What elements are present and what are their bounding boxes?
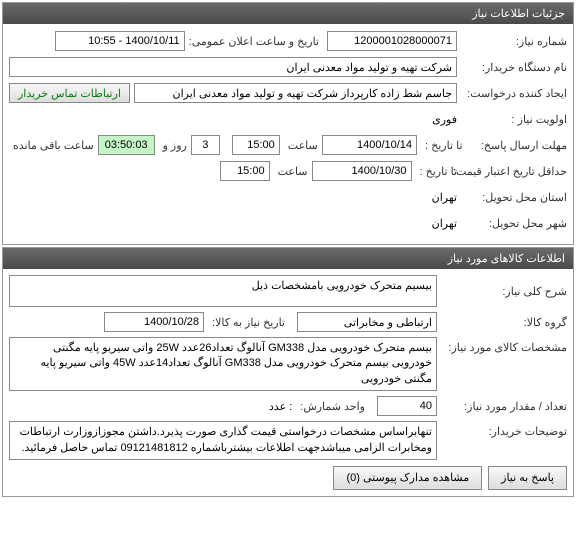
validity-time-field: 15:00 (220, 161, 270, 181)
countdown-timer: 03:50:03 (98, 135, 155, 155)
city-label: شهر محل تحویل: (457, 217, 567, 230)
validity-to-label: تا تاریخ : (416, 165, 457, 178)
org-field: شرکت تهیه و تولید مواد معدنی ایران (9, 57, 457, 77)
days-label: روز و (159, 139, 187, 152)
validity-label: حداقل تاریخ اعتبار قیمت: (457, 165, 567, 178)
qty-label: تعداد / مقدار مورد نیاز: (437, 400, 567, 413)
action-buttons: پاسخ به نیاز مشاهده مدارک پیوستی (0) (9, 466, 567, 490)
org-label: نام دستگاه خریدار: (457, 61, 567, 74)
need-date-field: 1400/10/28 (104, 312, 204, 332)
pub-date-field: 1400/10/11 - 10:55 (55, 31, 185, 51)
timer-label: ساعت باقی مانده (9, 139, 94, 152)
notes-label: توضیحات خریدار: (437, 421, 567, 438)
panel-body-1: شماره نیاز: 1200001028000071 تاریخ و ساع… (3, 24, 573, 244)
notes-field: تنهابراساس مشخصات درخواستی قیمت گذاری صو… (9, 421, 437, 460)
validity-date-field: 1400/10/30 (312, 161, 412, 181)
need-no-field: 1200001028000071 (327, 31, 457, 51)
creator-field: جاسم شط زاده کارپرداز شرکت تهیه و تولید … (134, 83, 457, 103)
deadline-label: مهلت ارسال پاسخ: (463, 139, 568, 152)
province-value: تهران (432, 191, 457, 204)
deadline-time-label: ساعت (284, 139, 318, 152)
priority-value: فوری (432, 113, 457, 126)
desc-field: بیسیم متحرک خودرویی بامشخصات ذیل (9, 275, 437, 307)
days-remaining-field: 3 (191, 135, 220, 155)
panel-body-2: شرح کلی نیاز: بیسیم متحرک خودرویی بامشخص… (3, 269, 573, 496)
goods-info-panel: اطلاعات کالاهای مورد نیاز شرح کلی نیاز: … (2, 247, 574, 497)
province-label: استان محل تحویل: (457, 191, 567, 204)
qty-field: 40 (377, 396, 437, 416)
need-info-panel: جزئیات اطلاعات نیاز شماره نیاز: 12000010… (2, 2, 574, 245)
group-field: ارتباطی و مخابراتی (297, 312, 437, 332)
panel-header-1: جزئیات اطلاعات نیاز (3, 3, 573, 24)
need-date-label: تاریخ نیاز به کالا: (208, 316, 285, 329)
deadline-date-field: 1400/10/14 (322, 135, 417, 155)
unit-value: : عدد (269, 400, 292, 413)
need-no-label: شماره نیاز: (457, 35, 567, 48)
desc-label: شرح کلی نیاز: (437, 285, 567, 298)
attachments-button[interactable]: مشاهده مدارک پیوستی (0) (333, 466, 482, 490)
creator-label: ایجاد کننده درخواست: (457, 87, 567, 100)
spec-field: بیسم متحرک خودرویی مدل GM338 آنالوگ تعدا… (9, 337, 437, 391)
unit-label: واحد شمارش: (296, 400, 365, 413)
pub-date-label: تاریخ و ساعت اعلان عمومی: (185, 35, 319, 48)
contact-button[interactable]: ارتباطات تماس خریدار (9, 83, 130, 103)
group-label: گروه کالا: (437, 316, 567, 329)
priority-label: اولویت نیاز : (457, 113, 567, 126)
validity-time-label: ساعت (274, 165, 308, 178)
spec-label: مشخصات کالای مورد نیاز: (437, 337, 567, 354)
panel-header-2: اطلاعات کالاهای مورد نیاز (3, 248, 573, 269)
reply-button[interactable]: پاسخ به نیاز (488, 466, 567, 490)
deadline-to-label: تا تاریخ : (421, 139, 462, 152)
deadline-time-field: 15:00 (232, 135, 280, 155)
city-value: تهران (432, 217, 457, 230)
